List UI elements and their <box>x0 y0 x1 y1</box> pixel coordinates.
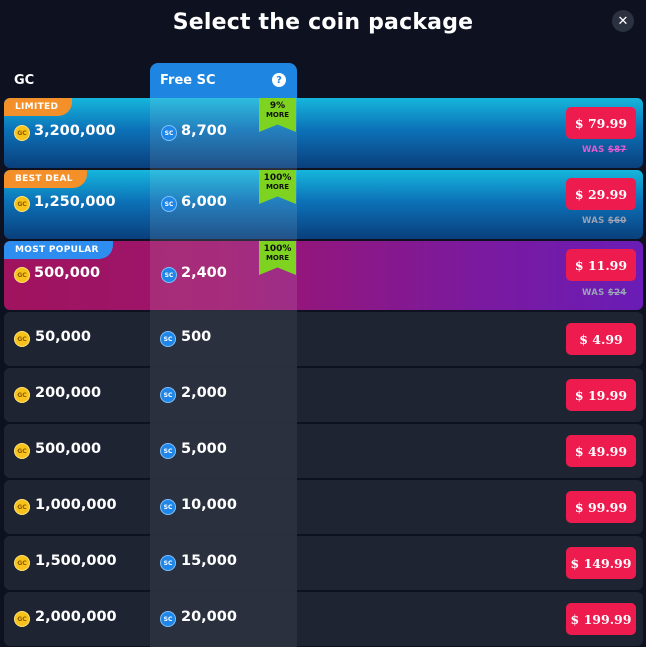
sc-coin-icon: SC <box>160 611 176 627</box>
sc-column-header: Free SC ? <box>150 63 297 99</box>
buy-button[interactable]: $ 11.99 <box>566 249 636 281</box>
most-popular-tag: MOST POPULAR <box>4 241 113 259</box>
sc-coin-icon: SC <box>160 499 176 515</box>
package-row-best-deal[interactable]: BEST DEAL GC 1,250,000 SC 6,000 100% MOR… <box>4 170 643 239</box>
was-price: WAS $87 <box>582 145 627 155</box>
close-button[interactable]: ✕ <box>612 10 634 32</box>
package-row-most-popular[interactable]: MOST POPULAR GC 500,000 SC 2,400 100% MO… <box>4 241 643 310</box>
was-price: WAS $60 <box>582 216 627 226</box>
gc-amount: 500,000 <box>35 441 102 457</box>
sc-amount: 5,000 <box>181 441 227 457</box>
sc-amount: 20,000 <box>181 609 237 625</box>
gc-amount: 3,200,000 <box>34 123 116 139</box>
sc-amount: 6,000 <box>181 194 227 210</box>
buy-button[interactable]: $ 49.99 <box>566 435 636 467</box>
sc-amount: 15,000 <box>181 553 237 569</box>
sc-coin-icon: SC <box>160 331 176 347</box>
gc-coin-icon: GC <box>14 611 30 627</box>
package-row[interactable]: GC 50,000 SC 500 $ 4.99 <box>4 312 643 366</box>
close-icon: ✕ <box>617 13 629 29</box>
package-row[interactable]: GC 2,000,000 SC 20,000 $ 199.99 <box>4 592 643 646</box>
limited-tag: LIMITED <box>4 98 73 116</box>
buy-button[interactable]: $ 4.99 <box>566 323 636 355</box>
sc-amount: 8,700 <box>181 123 227 139</box>
page-title: Select the coin package <box>172 10 474 35</box>
sc-coin-icon: SC <box>161 196 177 212</box>
package-row[interactable]: GC 200,000 SC 2,000 $ 19.99 <box>4 368 643 422</box>
sc-coin-icon: SC <box>161 125 177 141</box>
gc-coin-icon: GC <box>14 267 30 283</box>
gc-amount: 1,000,000 <box>35 497 117 513</box>
sc-coin-icon: SC <box>160 387 176 403</box>
buy-button[interactable]: $ 79.99 <box>566 107 636 139</box>
sc-amount: 2,000 <box>181 385 227 401</box>
sc-column-header-label: Free SC <box>160 73 216 88</box>
gc-coin-icon: GC <box>14 555 30 571</box>
gc-amount: 500,000 <box>34 265 101 281</box>
buy-button[interactable]: $ 29.99 <box>566 178 636 210</box>
buy-button[interactable]: $ 19.99 <box>566 379 636 411</box>
sc-coin-icon: SC <box>161 267 177 283</box>
sc-amount: 10,000 <box>181 497 237 513</box>
gc-coin-icon: GC <box>14 331 30 347</box>
sc-amount: 500 <box>181 329 212 345</box>
sc-coin-icon: SC <box>160 555 176 571</box>
package-row[interactable]: GC 1,000,000 SC 10,000 $ 99.99 <box>4 480 643 534</box>
was-price: WAS $24 <box>582 288 627 298</box>
buy-button[interactable]: $ 199.99 <box>566 603 636 635</box>
gc-coin-icon: GC <box>14 196 30 212</box>
sc-coin-icon: SC <box>160 443 176 459</box>
package-row-limited[interactable]: LIMITED GC 3,200,000 SC 8,700 9% MORE $ … <box>4 98 643 168</box>
gc-coin-icon: GC <box>14 499 30 515</box>
help-icon[interactable]: ? <box>272 73 286 87</box>
gc-amount: 200,000 <box>35 385 102 401</box>
gc-coin-icon: GC <box>14 387 30 403</box>
package-row[interactable]: GC 1,500,000 SC 15,000 $ 149.99 <box>4 536 643 590</box>
gc-amount: 50,000 <box>35 329 91 345</box>
best-deal-tag: BEST DEAL <box>4 170 87 188</box>
gc-amount: 1,250,000 <box>34 194 116 210</box>
gc-coin-icon: GC <box>14 125 30 141</box>
gc-amount: 2,000,000 <box>35 609 117 625</box>
buy-button[interactable]: $ 149.99 <box>566 547 636 579</box>
gc-amount: 1,500,000 <box>35 553 117 569</box>
sc-amount: 2,400 <box>181 265 227 281</box>
buy-button[interactable]: $ 99.99 <box>566 491 636 523</box>
gc-coin-icon: GC <box>14 443 30 459</box>
gc-column-header: GC <box>14 73 35 88</box>
package-row[interactable]: GC 500,000 SC 5,000 $ 49.99 <box>4 424 643 478</box>
